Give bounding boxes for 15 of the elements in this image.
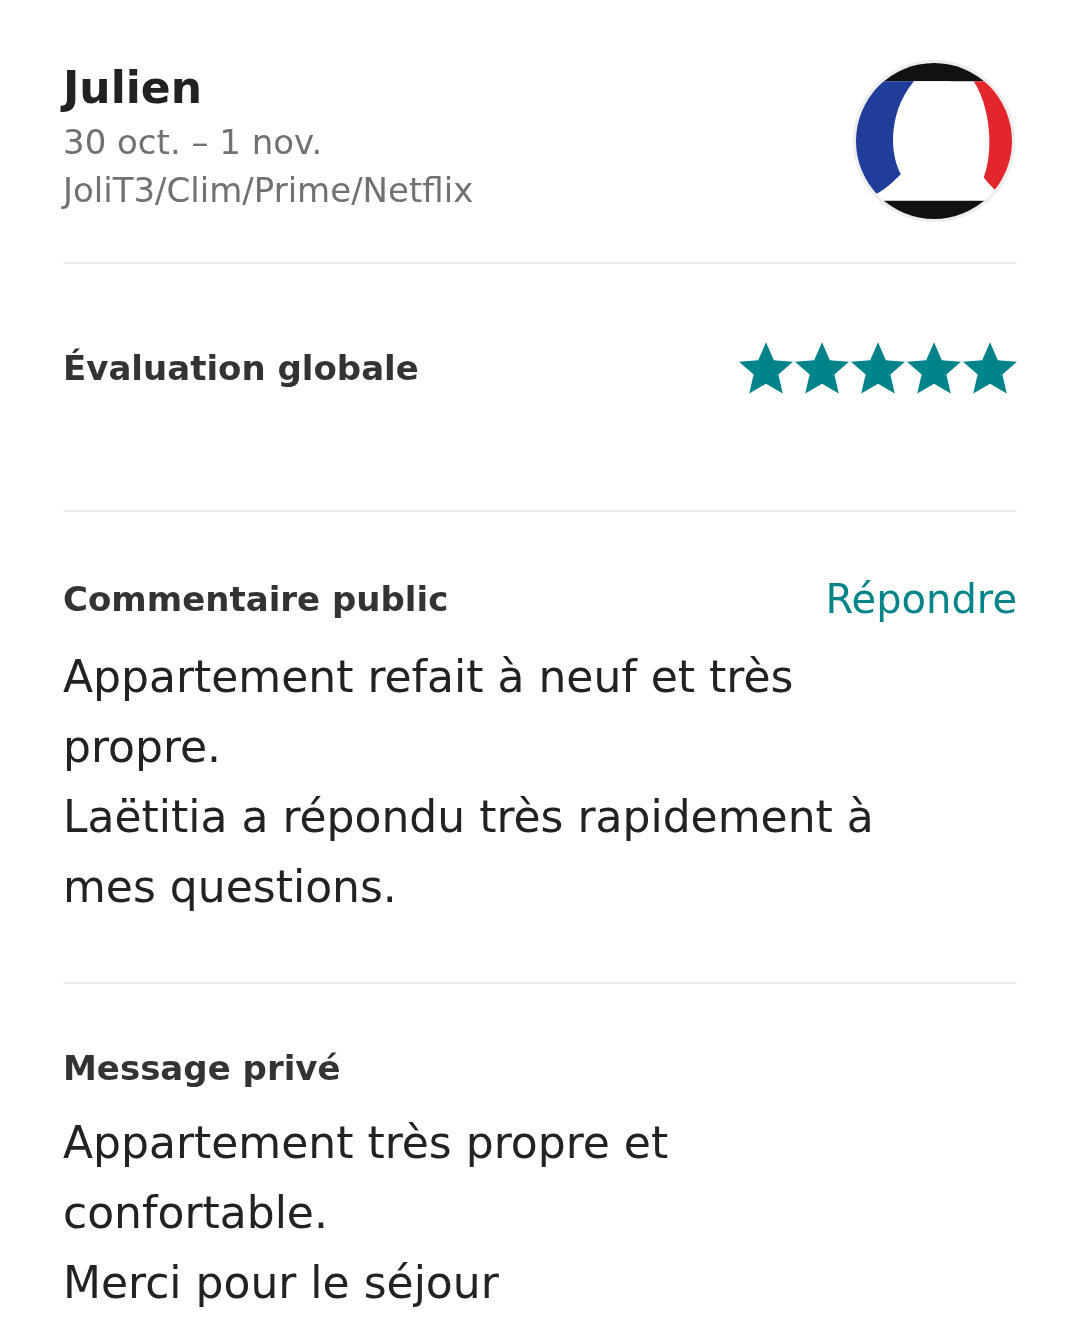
message-text: Appartement très propre et confortable. — [63, 1116, 670, 1240]
star-icon — [851, 342, 905, 394]
star-icon — [739, 342, 793, 394]
message-text: Merci pour le séjour — [63, 1256, 500, 1310]
star-icon — [907, 342, 961, 394]
stay-dates: 30 oct. – 1 nov. — [63, 121, 324, 164]
section-title: Commentaire public — [63, 579, 449, 619]
reply-link[interactable]: Répondre — [825, 576, 1017, 622]
star-icon — [963, 342, 1017, 394]
listing-name: JoliT3/Clim/Prime/Netflix — [63, 169, 474, 212]
section-title: Message privé — [63, 1048, 341, 1088]
star-icon — [795, 342, 849, 394]
rating-label: Évaluation globale — [63, 348, 419, 388]
comment-text: Laëtitia a répondu très rapidement à mes questions. — [63, 790, 875, 914]
comment-text: Appartement refait à neuf et très propre. — [63, 650, 795, 774]
